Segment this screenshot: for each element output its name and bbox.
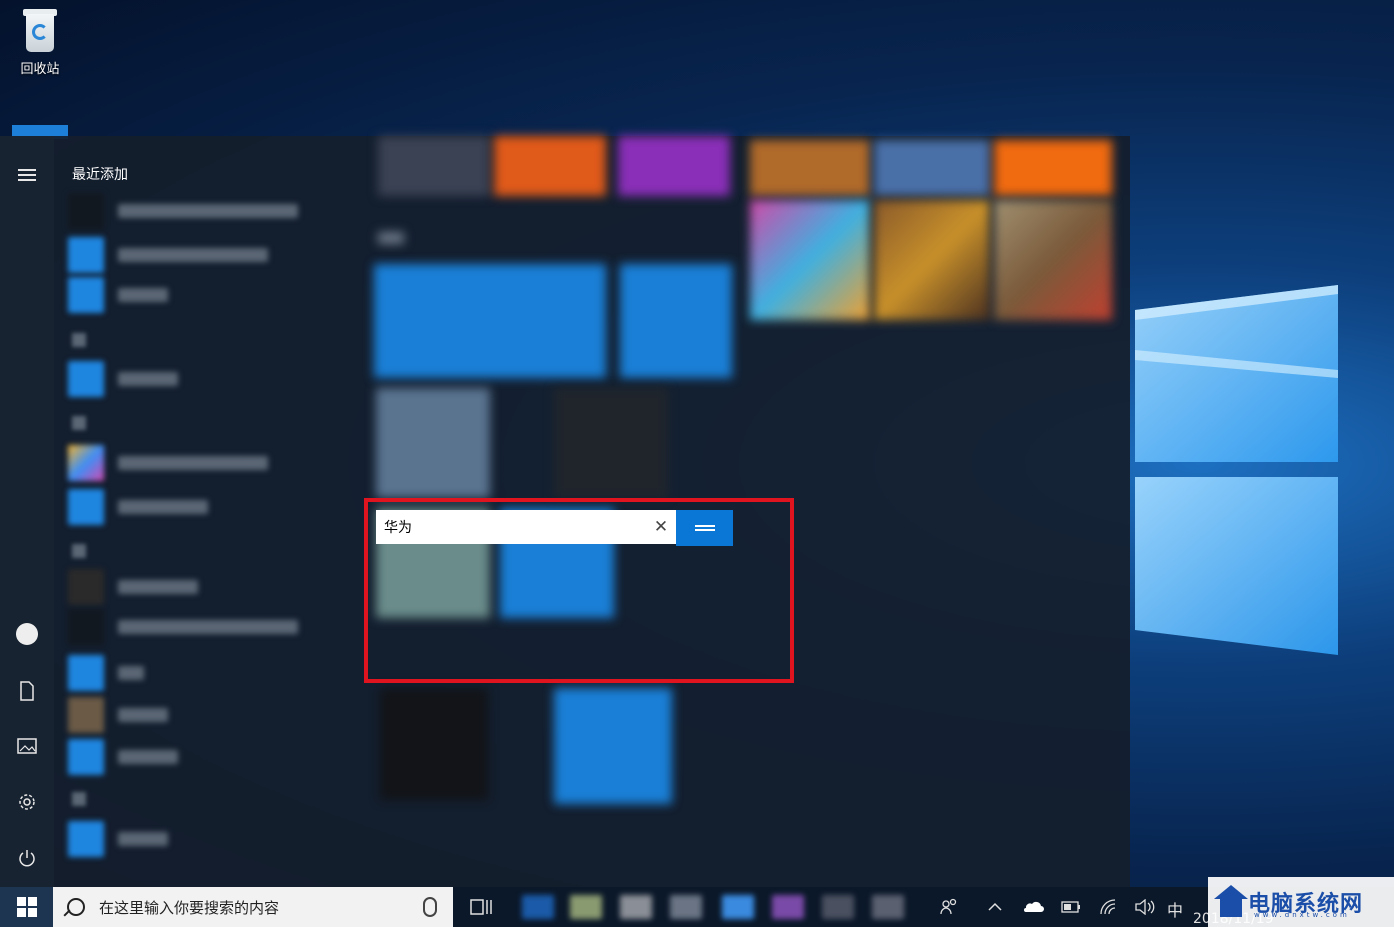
user-icon[interactable] xyxy=(10,617,44,651)
taskbar: 在这里输入你要搜索的内容 中 2018/11/19 xyxy=(0,887,1394,927)
weather-tile[interactable] xyxy=(376,388,490,498)
search-icon xyxy=(67,898,85,916)
people-icon[interactable] xyxy=(938,897,960,917)
list-item[interactable] xyxy=(68,192,348,230)
pictures-icon[interactable] xyxy=(10,729,44,763)
start-button[interactable] xyxy=(0,887,53,927)
windows-icon xyxy=(16,897,37,917)
settings-icon[interactable] xyxy=(10,785,44,819)
close-icon[interactable]: ✕ xyxy=(646,512,676,542)
taskbar-app[interactable] xyxy=(772,895,804,919)
site-watermark: 电脑系统网 www.dnxtw.com xyxy=(1208,877,1394,927)
group-app-tile[interactable] xyxy=(380,688,488,800)
taskbar-app[interactable] xyxy=(872,895,904,919)
app-tile[interactable] xyxy=(874,140,990,196)
game-tile[interactable] xyxy=(874,200,990,320)
taskbar-app[interactable] xyxy=(620,895,652,919)
document-icon[interactable] xyxy=(10,674,44,708)
task-view-icon[interactable] xyxy=(470,897,492,917)
recycle-bin-shortcut[interactable]: 回收站 xyxy=(6,6,74,77)
app-tile[interactable] xyxy=(750,140,870,196)
menu-icon[interactable] xyxy=(10,158,44,192)
game-tile[interactable] xyxy=(750,200,870,320)
section-letter[interactable] xyxy=(72,792,86,806)
watermark-subtitle: www.dnxtw.com xyxy=(1254,911,1350,919)
list-item[interactable] xyxy=(68,696,348,734)
list-item[interactable] xyxy=(68,568,348,606)
search-placeholder: 在这里输入你要搜索的内容 xyxy=(99,898,280,917)
app-tile[interactable] xyxy=(494,136,606,196)
app-tile[interactable] xyxy=(378,136,490,196)
taskbar-app[interactable] xyxy=(522,895,554,919)
taskbar-app[interactable] xyxy=(570,895,602,919)
list-item[interactable] xyxy=(68,820,348,858)
section-letter[interactable] xyxy=(72,333,86,347)
drag-handle-icon[interactable] xyxy=(676,510,733,546)
app-tile[interactable] xyxy=(554,388,668,498)
app-list: 最近添加 xyxy=(54,136,364,887)
list-item[interactable] xyxy=(68,444,348,482)
start-rail xyxy=(0,136,54,887)
game-tile[interactable] xyxy=(994,200,1112,320)
power-icon[interactable] xyxy=(10,841,44,875)
taskbar-app[interactable] xyxy=(822,895,854,919)
recycle-bin-label: 回收站 xyxy=(20,62,60,77)
app-tile[interactable] xyxy=(620,264,732,378)
section-letter[interactable] xyxy=(72,544,86,558)
list-item[interactable] xyxy=(68,738,348,776)
onedrive-icon[interactable] xyxy=(1022,897,1044,917)
microphone-icon[interactable] xyxy=(423,897,437,917)
taskbar-app[interactable] xyxy=(670,895,702,919)
group-app-tile[interactable] xyxy=(554,688,672,804)
ime-indicator[interactable]: 中 xyxy=(1167,897,1183,921)
taskbar-app[interactable] xyxy=(722,895,754,919)
list-item[interactable] xyxy=(68,360,348,398)
group-name-field[interactable]: 华为 ✕ xyxy=(376,510,676,544)
list-item[interactable] xyxy=(68,236,348,274)
group-title[interactable] xyxy=(378,232,404,244)
app-tile[interactable] xyxy=(618,136,730,196)
recycle-bin-icon xyxy=(20,6,60,54)
list-item[interactable] xyxy=(68,654,348,692)
app-tile[interactable] xyxy=(994,140,1112,196)
list-item[interactable] xyxy=(68,276,348,314)
group-name-value[interactable]: 华为 xyxy=(376,517,646,537)
chevron-up-icon[interactable] xyxy=(984,897,1006,917)
list-item[interactable] xyxy=(68,608,348,646)
app-tile[interactable] xyxy=(374,264,606,378)
volume-icon[interactable] xyxy=(1134,897,1156,917)
section-letter[interactable] xyxy=(72,416,86,430)
battery-icon[interactable] xyxy=(1060,897,1082,917)
list-item[interactable] xyxy=(68,488,348,526)
taskbar-search-box[interactable]: 在这里输入你要搜索的内容 xyxy=(53,887,453,927)
windows-logo-wallpaper xyxy=(1120,270,1360,670)
house-logo-icon xyxy=(1214,885,1248,919)
recently-added-header: 最近添加 xyxy=(72,167,128,183)
wifi-icon[interactable] xyxy=(1098,897,1120,917)
